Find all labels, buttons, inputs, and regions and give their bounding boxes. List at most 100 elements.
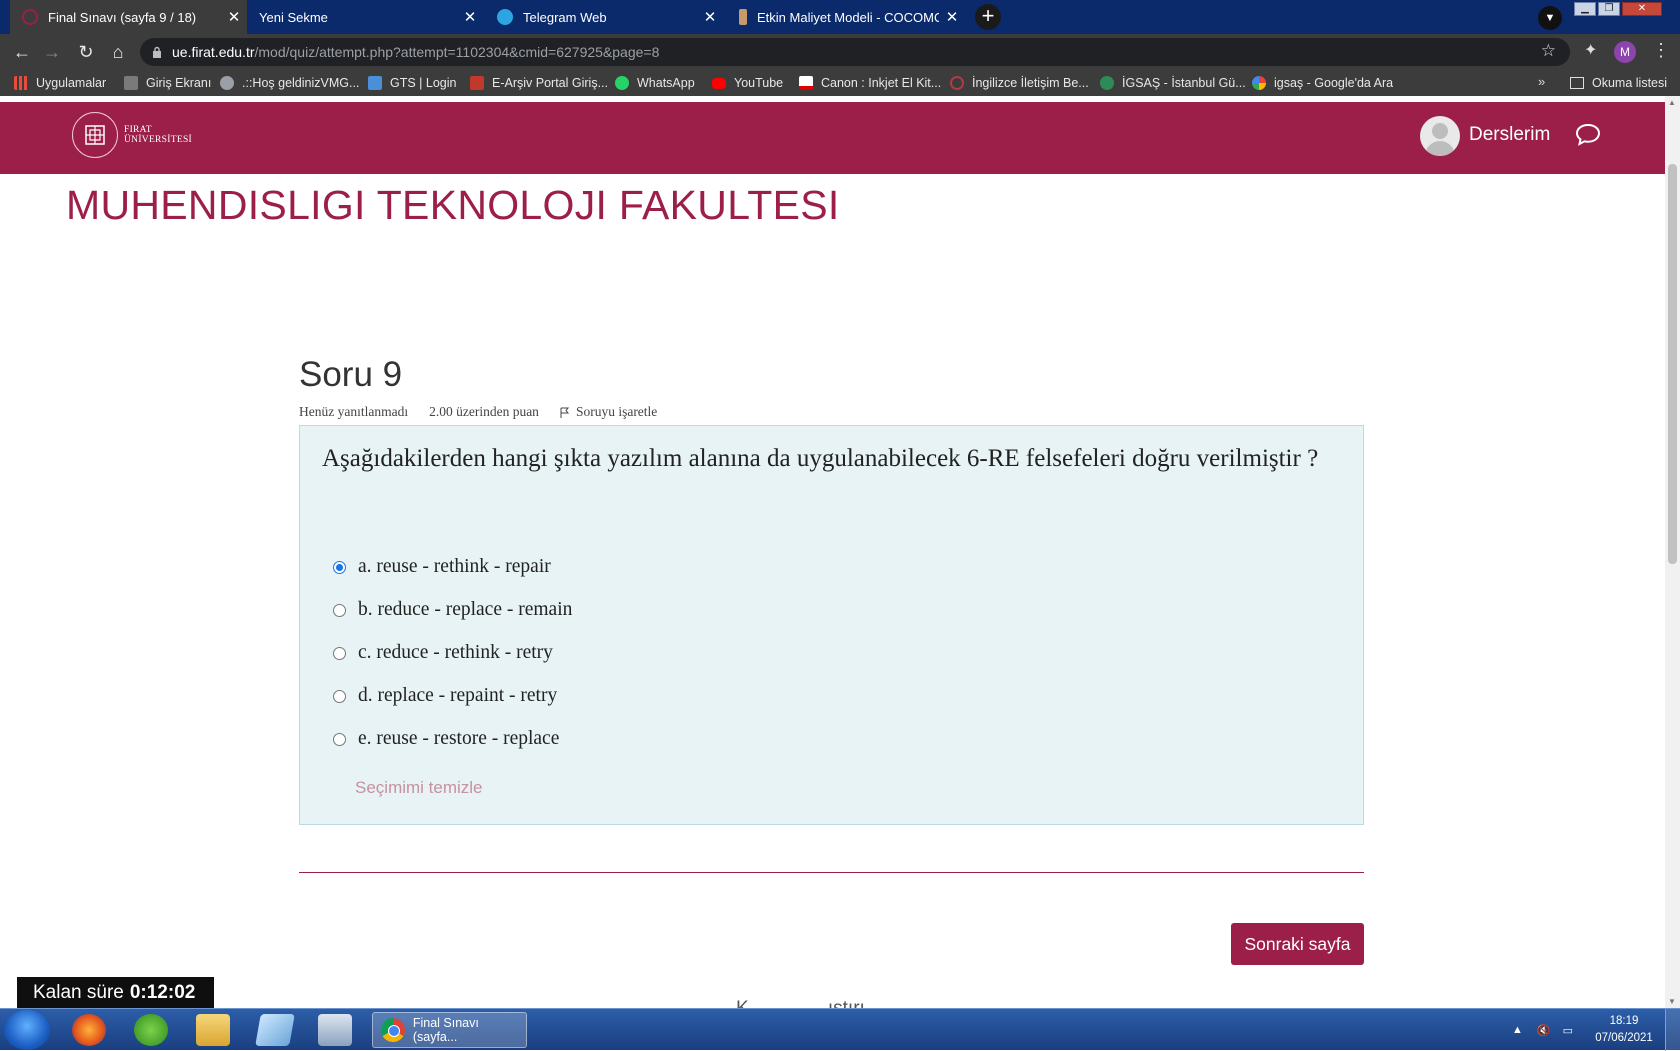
tab-title: Final Sınavı (sayfa 9 / 18) (48, 9, 197, 25)
flag-question-link[interactable]: Soruyu işaretle (576, 404, 657, 420)
bookmark-gts[interactable]: GTS | Login (368, 70, 456, 96)
url-host: ue.firat.edu.tr (172, 44, 255, 60)
taskbar-clock[interactable]: 18:19 07/06/2021 (1594, 1013, 1654, 1047)
answer-option-b[interactable]: b. reduce - replace - remain (333, 599, 572, 621)
close-window-button[interactable]: ✕ (1622, 2, 1662, 16)
address-bar[interactable]: ue.firat.edu.tr/mod/quiz/attempt.php?att… (140, 38, 1570, 66)
bookmark-star-icon[interactable]: ☆ (1541, 41, 1556, 61)
divider (299, 872, 1364, 873)
tray-expand-icon[interactable]: ▲ (1512, 1024, 1523, 1036)
answer-option-a[interactable]: a. reuse - rethink - repair (333, 556, 551, 578)
tab-search-icon[interactable]: ▼ (1538, 6, 1562, 30)
user-avatar[interactable] (1420, 116, 1460, 156)
new-tab-button[interactable]: + (975, 4, 1001, 30)
page-scrollbar[interactable]: ▲ ▼ (1665, 96, 1680, 1008)
tab-final-sinavi[interactable]: Final Sınavı (sayfa 9 / 18) ✕ (10, 0, 247, 34)
tab-cocomo[interactable]: Etkin Maliyet Modeli - COCOMO ✕ (727, 0, 965, 34)
question-box: Aşağıdakilerden hangi şıkta yazılım alan… (299, 425, 1364, 825)
clear-choice-link[interactable]: Seçimimi temizle (355, 778, 483, 798)
bookmark-giris-ekrani[interactable]: Giriş Ekranı (124, 70, 211, 96)
file-explorer-icon[interactable] (196, 1014, 230, 1046)
radio-button-e[interactable] (333, 732, 346, 746)
system-tray: ▲ 🔇 ▭ (1512, 1009, 1573, 1051)
scroll-down-icon[interactable]: ▼ (1668, 997, 1676, 1006)
messages-icon[interactable] (1574, 122, 1602, 148)
answer-label-d[interactable]: d. replace - repaint - retry (358, 685, 557, 707)
answer-option-d[interactable]: d. replace - repaint - retry (333, 685, 557, 707)
canon-icon (799, 76, 813, 90)
university-logo[interactable]: FIRAT ÜNİVERSİTESİ (72, 112, 192, 158)
next-page-button[interactable]: Sonraki sayfa (1231, 923, 1364, 965)
question-number: Soru 9 (299, 355, 403, 394)
profile-avatar[interactable]: M (1614, 41, 1636, 63)
extensions-icon[interactable]: ✦ (1584, 40, 1597, 60)
scroll-up-icon[interactable]: ▲ (1668, 98, 1676, 107)
radio-button-b[interactable] (333, 603, 346, 617)
minimize-button[interactable]: ▁ (1574, 2, 1596, 16)
faculty-heading: MUHENDISLIGI TEKNOLOJI FAKULTESI (66, 182, 840, 228)
back-icon[interactable]: ← (10, 40, 34, 64)
answer-label-a[interactable]: a. reuse - rethink - repair (358, 556, 551, 578)
answer-label-c[interactable]: c. reduce - rethink - retry (358, 642, 553, 664)
question-text: Aşağıdakilerden hangi şıkta yazılım alan… (322, 445, 1319, 472)
answer-option-e[interactable]: e. reuse - restore - replace (333, 728, 559, 750)
close-tab-icon[interactable]: ✕ (697, 8, 723, 26)
page-favicon-icon (739, 9, 747, 25)
radio-button-d[interactable] (333, 689, 346, 703)
reload-icon[interactable]: ↻ (74, 40, 98, 64)
bookmark-canon[interactable]: Canon : Inkjet El Kit... (799, 70, 941, 96)
notepad-icon[interactable] (255, 1014, 295, 1046)
volume-muted-icon[interactable]: 🔇 (1537, 1024, 1551, 1037)
google-icon (1252, 76, 1266, 90)
home-icon[interactable]: ⌂ (106, 40, 130, 64)
close-tab-icon[interactable]: ✕ (457, 8, 483, 26)
lock-icon (153, 46, 161, 58)
bookmarks-overflow-icon[interactable]: » (1538, 74, 1545, 89)
gts-icon (368, 76, 382, 90)
bookmark-youtube[interactable]: YouTube (712, 70, 783, 96)
timer-value: 0:12:02 (129, 981, 196, 1003)
windows-taskbar: Final Sınavı (sayfa... ▲ 🔇 ▭ 18:19 07/06… (0, 1008, 1680, 1051)
show-desktop-button[interactable] (1665, 1009, 1680, 1051)
answer-label-b[interactable]: b. reduce - replace - remain (358, 599, 572, 621)
moodle-favicon-icon (22, 9, 38, 25)
start-button[interactable] (4, 1010, 50, 1050)
restore-button[interactable]: ❐ (1598, 2, 1620, 16)
browser-toolbar: ← → ↻ ⌂ ue.firat.edu.tr/mod/quiz/attempt… (0, 34, 1680, 70)
radio-button-a[interactable] (333, 560, 346, 574)
answer-option-c[interactable]: c. reduce - rethink - retry (333, 642, 553, 664)
tab-telegram-web[interactable]: Telegram Web ✕ (485, 0, 723, 34)
close-tab-icon[interactable]: ✕ (221, 8, 247, 26)
timer-label: Kalan süre (33, 981, 124, 1003)
question-grade: 2.00 üzerinden puan (429, 404, 539, 419)
url-path: /mod/quiz/attempt.php?attempt=1102304&cm… (254, 44, 660, 60)
tab-title: Yeni Sekme (259, 9, 328, 25)
bookmark-whatsapp[interactable]: WhatsApp (615, 70, 695, 96)
bookmark-igsas[interactable]: İGSAŞ - İstanbul Gü... (1100, 70, 1246, 96)
bookmark-ingilizce[interactable]: İngilizce İletişim Be... (950, 70, 1089, 96)
firefox-icon[interactable] (72, 1014, 106, 1046)
close-tab-icon[interactable]: ✕ (939, 8, 965, 26)
taskbar-chrome-window[interactable]: Final Sınavı (sayfa... (372, 1012, 527, 1048)
bookmark-vmg[interactable]: .::Hoş geldinizVMG... (220, 70, 359, 96)
logo-text: FIRAT ÜNİVERSİTESİ (124, 125, 192, 145)
telegram-icon (497, 9, 513, 25)
bookmark-e-arsiv[interactable]: E-Arşiv Portal Giriş... (470, 70, 608, 96)
radio-button-c[interactable] (333, 646, 346, 660)
page-icon (124, 76, 138, 90)
quiz-timer: Kalan süre 0:12:02 (17, 977, 214, 1008)
bookmark-google-search[interactable]: igsaş - Google'da Ara (1252, 70, 1393, 96)
answer-label-e[interactable]: e. reuse - restore - replace (358, 728, 559, 750)
flag-icon[interactable] (560, 407, 570, 418)
remote-desktop-icon[interactable] (318, 1014, 352, 1046)
my-courses-menu[interactable]: Derslerim (1469, 124, 1550, 146)
chrome-icon (381, 1018, 405, 1042)
bookmark-apps[interactable]: Uygulamalar (14, 70, 106, 96)
forward-icon[interactable]: → (40, 40, 64, 64)
utorrent-icon[interactable] (134, 1014, 168, 1046)
scroll-thumb[interactable] (1668, 164, 1677, 564)
tab-yeni-sekme[interactable]: Yeni Sekme ✕ (247, 0, 483, 34)
chrome-menu-icon[interactable]: ⋮ (1652, 40, 1670, 61)
network-icon[interactable]: ▭ (1563, 1024, 1573, 1037)
reading-list-button[interactable]: Okuma listesi (1570, 70, 1667, 96)
